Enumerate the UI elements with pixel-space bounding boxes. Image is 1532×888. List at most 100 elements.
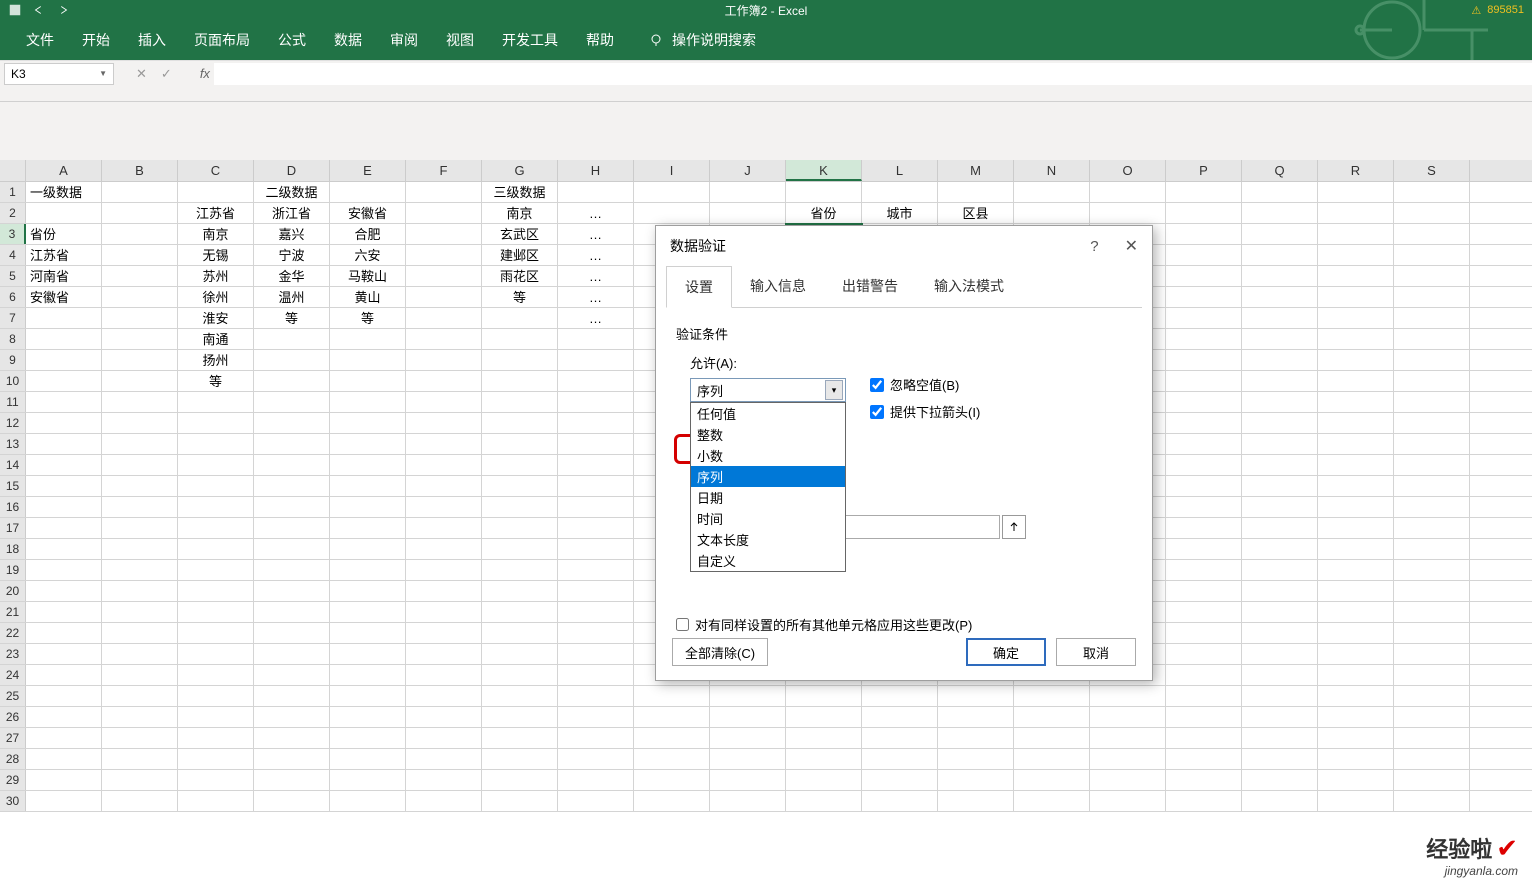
cell[interactable]: 金华 (254, 266, 330, 286)
cell[interactable] (330, 728, 406, 748)
cell[interactable]: … (558, 266, 634, 286)
cell[interactable] (710, 749, 786, 769)
cell[interactable] (1394, 224, 1470, 244)
cell[interactable] (1166, 644, 1242, 664)
cell[interactable] (1394, 455, 1470, 475)
cell[interactable] (558, 371, 634, 391)
cell[interactable] (634, 749, 710, 769)
cell[interactable]: 无锡 (178, 245, 254, 265)
cell[interactable] (330, 581, 406, 601)
cell[interactable] (1166, 686, 1242, 706)
cell[interactable]: … (558, 308, 634, 328)
cell[interactable] (406, 182, 482, 202)
cell[interactable] (1394, 602, 1470, 622)
cell[interactable] (178, 707, 254, 727)
undo-icon[interactable] (32, 3, 46, 17)
cell[interactable] (406, 644, 482, 664)
cell[interactable] (26, 413, 102, 433)
cell[interactable] (558, 644, 634, 664)
cell[interactable] (1166, 665, 1242, 685)
cell[interactable] (938, 770, 1014, 790)
cell[interactable] (1318, 497, 1394, 517)
cell[interactable] (1166, 707, 1242, 727)
close-icon[interactable]: ✕ (1125, 236, 1138, 256)
cell[interactable] (406, 602, 482, 622)
cell[interactable] (26, 539, 102, 559)
row-header[interactable]: 15 (0, 476, 26, 496)
tell-me-input[interactable]: 操作说明搜索 (672, 30, 756, 50)
cell[interactable] (102, 665, 178, 685)
cell[interactable] (330, 707, 406, 727)
tab-help[interactable]: 帮助 (572, 20, 628, 60)
help-icon[interactable]: ? (1090, 238, 1098, 255)
cell[interactable] (254, 455, 330, 475)
cell[interactable] (1242, 329, 1318, 349)
cell[interactable] (1394, 203, 1470, 223)
cell[interactable] (1014, 203, 1090, 223)
cell[interactable] (1318, 581, 1394, 601)
cell[interactable] (482, 623, 558, 643)
cell[interactable] (406, 749, 482, 769)
cell[interactable]: … (558, 287, 634, 307)
row-header[interactable]: 10 (0, 371, 26, 391)
row-header[interactable]: 12 (0, 413, 26, 433)
cell[interactable] (102, 497, 178, 517)
cell[interactable] (26, 707, 102, 727)
tab-developer[interactable]: 开发工具 (488, 20, 572, 60)
cell[interactable] (406, 476, 482, 496)
cell[interactable] (1166, 329, 1242, 349)
cell[interactable] (558, 455, 634, 475)
cell[interactable] (1318, 371, 1394, 391)
cell[interactable] (1394, 350, 1470, 370)
cell[interactable] (102, 518, 178, 538)
cell[interactable] (26, 749, 102, 769)
cell[interactable] (1166, 203, 1242, 223)
cell[interactable] (1166, 539, 1242, 559)
cell[interactable] (26, 560, 102, 580)
cell[interactable] (938, 791, 1014, 811)
cell[interactable] (178, 644, 254, 664)
dd-option-any[interactable]: 任何值 (691, 403, 845, 424)
cell[interactable] (862, 686, 938, 706)
row-header[interactable]: 20 (0, 581, 26, 601)
row-header[interactable]: 16 (0, 497, 26, 517)
cell[interactable] (254, 329, 330, 349)
cell[interactable] (26, 434, 102, 454)
cell[interactable] (710, 770, 786, 790)
cell[interactable] (634, 791, 710, 811)
cell[interactable] (1242, 623, 1318, 643)
cell[interactable] (1166, 266, 1242, 286)
cell[interactable] (482, 476, 558, 496)
allow-combobox[interactable]: 序列 ▾ (690, 378, 846, 402)
cell[interactable] (634, 770, 710, 790)
cell[interactable] (178, 665, 254, 685)
cancel-button[interactable]: 取消 (1056, 638, 1136, 666)
row-header[interactable]: 1 (0, 182, 26, 202)
cell[interactable] (254, 791, 330, 811)
row-header[interactable]: 14 (0, 455, 26, 475)
cell[interactable]: 城市 (862, 203, 938, 223)
cell[interactable] (1318, 350, 1394, 370)
cell[interactable] (102, 392, 178, 412)
tab-input-message[interactable]: 输入信息 (732, 266, 824, 307)
col-header[interactable]: F (406, 160, 482, 181)
cell[interactable] (558, 497, 634, 517)
cell[interactable] (558, 686, 634, 706)
cell[interactable] (102, 371, 178, 391)
cell[interactable]: 南京 (178, 224, 254, 244)
dd-option-decimal[interactable]: 小数 (691, 445, 845, 466)
cell[interactable] (1242, 791, 1318, 811)
cell[interactable] (1090, 770, 1166, 790)
cell[interactable] (406, 728, 482, 748)
cell[interactable] (406, 623, 482, 643)
cell[interactable] (1166, 749, 1242, 769)
cell[interactable] (558, 392, 634, 412)
row-header[interactable]: 6 (0, 287, 26, 307)
cell[interactable] (482, 791, 558, 811)
cell[interactable]: 玄武区 (482, 224, 558, 244)
select-all-corner[interactable] (0, 160, 26, 181)
cell[interactable] (1166, 476, 1242, 496)
cell[interactable] (1242, 413, 1318, 433)
col-header[interactable]: R (1318, 160, 1394, 181)
cell[interactable] (1394, 728, 1470, 748)
